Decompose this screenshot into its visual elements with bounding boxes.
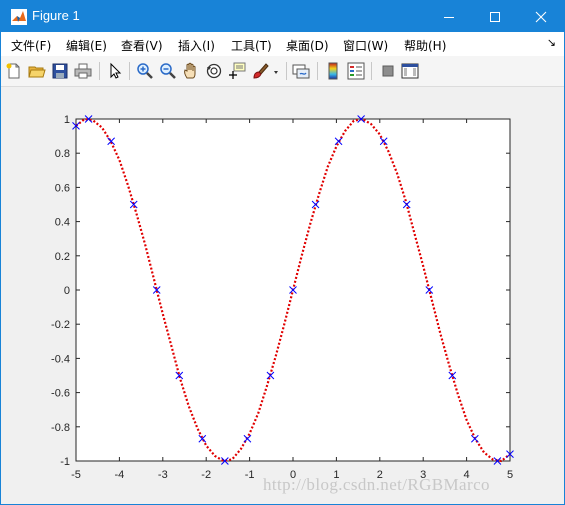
x-tick-label: -4 [115, 469, 125, 481]
y-tick-label: 0.2 [55, 251, 70, 263]
x-tick-label: -5 [71, 469, 81, 481]
x-tick-label: -2 [201, 469, 211, 481]
y-tick-label: -0.2 [51, 319, 70, 331]
y-tick-label: -0.6 [51, 388, 70, 400]
y-tick-label: 0.8 [55, 148, 70, 160]
x-tick-label: -1 [245, 469, 255, 481]
figure-axes[interactable]: -5 -4 -3 -2 -1 0 1 2 3 4 5-1-0.8-0.6-0.4-0.200.20.… [1, 1, 564, 504]
y-tick-label: -0.8 [51, 422, 70, 434]
x-tick-label: 5 [507, 469, 513, 481]
y-tick-label: 0 [64, 285, 70, 297]
x-tick-label: -3 [158, 469, 168, 481]
y-tick-label: 1 [64, 114, 70, 126]
y-tick-label: 0.4 [55, 217, 70, 229]
y-tick-label: -0.4 [51, 353, 70, 365]
watermark-text: http://blog.csdn.net/RGBMarco [263, 475, 490, 494]
y-tick-label: -1 [60, 456, 70, 468]
figure-window: Figure 1 文件(F) 编辑(E) 查看(V) 插入(I) 工具(T) 桌… [0, 0, 565, 505]
y-tick-label: 0.6 [55, 182, 70, 194]
